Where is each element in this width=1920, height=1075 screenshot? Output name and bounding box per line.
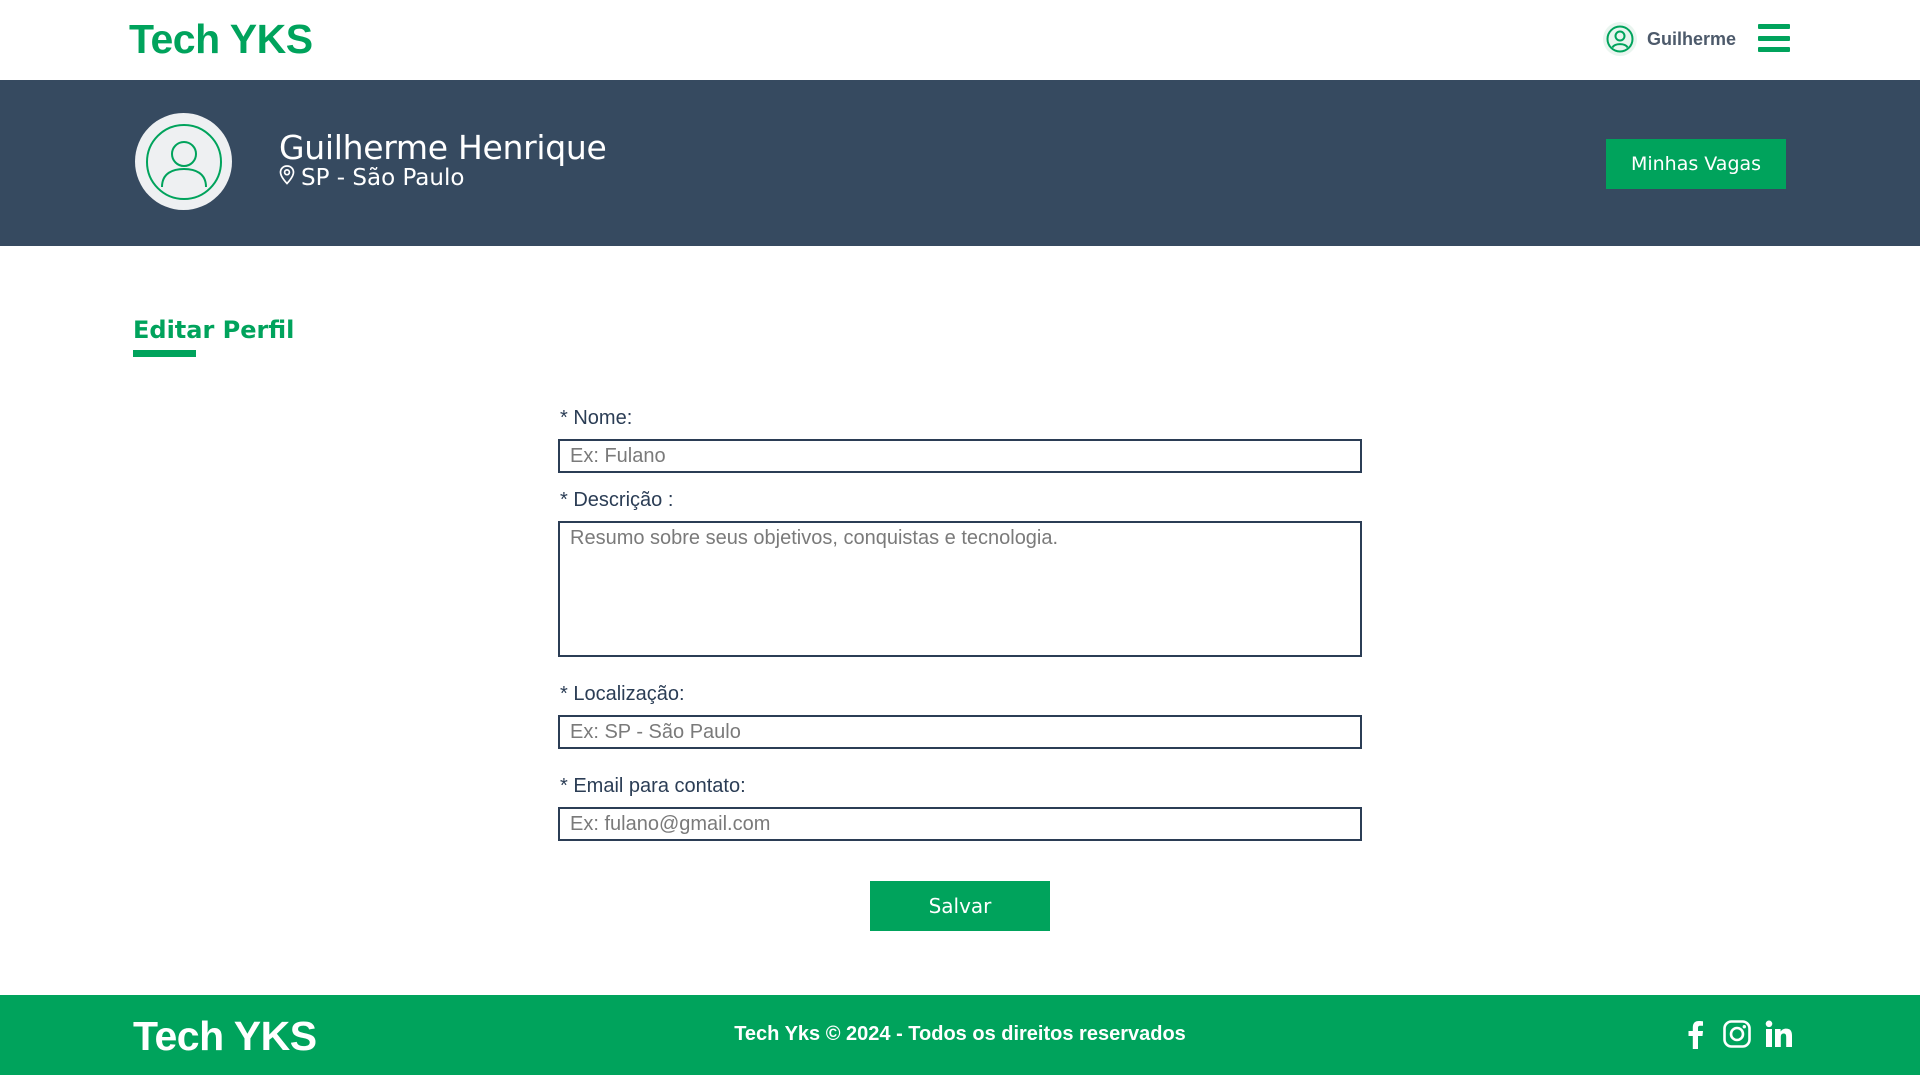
profile-name: Guilherme Henrique (279, 128, 607, 167)
user-name[interactable]: Guilherme (1647, 29, 1736, 50)
heading-underline (133, 350, 196, 357)
profile-location: SP - São Paulo (279, 165, 464, 191)
location-label: * Localização: (560, 683, 685, 705)
footer: Tech YKS Tech Yks © 2024 - Todos os dire… (0, 995, 1920, 1075)
name-input[interactable] (558, 439, 1362, 473)
save-button[interactable]: Salvar (870, 881, 1050, 931)
social-links (1680, 1017, 1794, 1051)
user-menu[interactable]: Guilherme (1603, 22, 1736, 56)
top-nav: Tech YKS Guilherme (0, 0, 1920, 80)
description-textarea[interactable] (558, 521, 1362, 657)
location-input[interactable] (558, 715, 1362, 749)
hamburger-menu-icon[interactable] (1758, 24, 1790, 52)
edit-profile-heading: Editar Perfil (133, 316, 295, 344)
copyright-text: Tech Yks © 2024 - Todos os direitos rese… (734, 1023, 1186, 1045)
email-label: * Email para contato: (560, 775, 746, 797)
user-avatar-icon (135, 113, 232, 210)
email-input[interactable] (558, 807, 1362, 841)
description-label: * Descrição : (560, 489, 674, 511)
my-jobs-button[interactable]: Minhas Vagas (1606, 139, 1786, 189)
linkedin-icon[interactable] (1764, 1019, 1794, 1049)
profile-banner: Guilherme Henrique SP - São Paulo Minhas… (0, 80, 1920, 246)
profile-location-text: SP - São Paulo (301, 165, 465, 191)
brand-logo[interactable]: Tech YKS (129, 16, 313, 63)
instagram-icon[interactable] (1722, 1019, 1752, 1049)
name-label: * Nome: (560, 407, 633, 429)
facebook-icon[interactable] (1680, 1019, 1710, 1049)
map-pin-icon (279, 165, 295, 191)
user-circle-icon (1603, 22, 1637, 56)
